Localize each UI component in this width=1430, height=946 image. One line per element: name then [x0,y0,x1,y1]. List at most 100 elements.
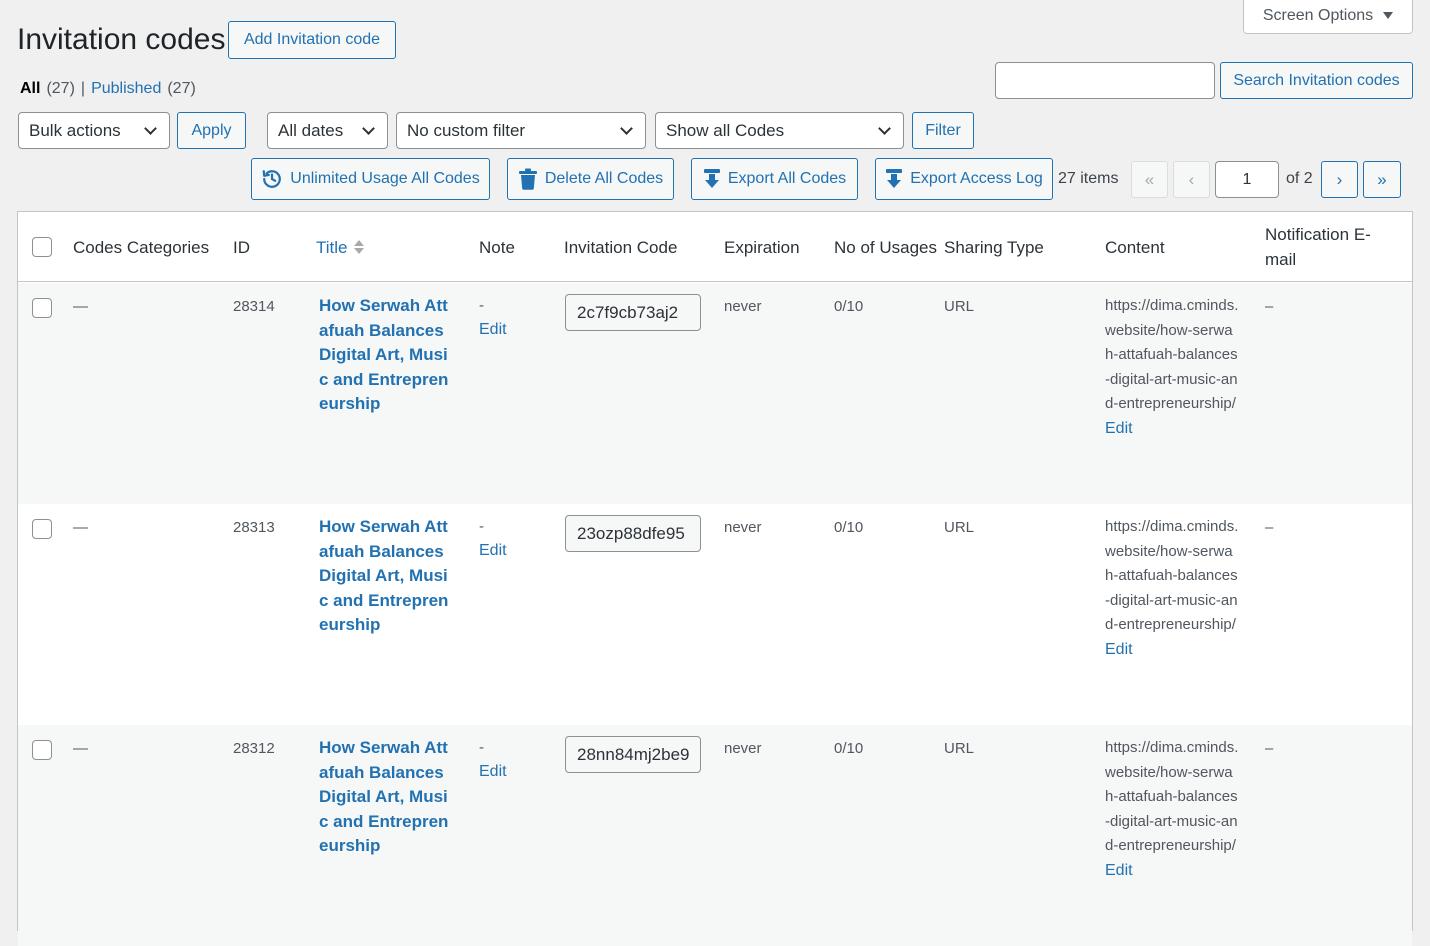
row-category: — [73,519,88,536]
chevron-down-icon [620,121,633,135]
note-edit-link[interactable]: Edit [479,760,507,784]
export-access-log-button[interactable]: Export Access Log [875,158,1053,200]
prev-page-button: ‹ [1173,161,1210,198]
export-all-codes-button[interactable]: Export All Codes [691,158,858,200]
row-content: https://dima.cminds.website/how-serwah-a… [1105,294,1239,441]
row-id: 28314 [233,298,275,315]
first-page-button: « [1131,161,1168,198]
row-checkbox[interactable] [32,740,52,760]
col-codes-categories: Codes Categories [73,237,210,257]
table-header: Codes Categories ID Title Note Invitatio… [18,212,1412,282]
note-edit-link[interactable]: Edit [479,318,507,342]
content-edit-link[interactable]: Edit [1105,859,1239,884]
view-separator: | [80,80,86,97]
trash-icon [518,168,538,190]
row-title-link[interactable]: How Serwah Attafuah Balances Digital Art… [319,515,451,638]
view-all-link[interactable]: All [20,80,40,98]
apply-button[interactable]: Apply [177,112,246,149]
row-usages: 0/10 [834,740,864,757]
chevron-down-icon [144,121,157,135]
note-text: - [479,297,484,314]
content-edit-link[interactable]: Edit [1105,417,1239,442]
delete-all-codes-button[interactable]: Delete All Codes [507,158,674,200]
row-id: 28312 [233,740,275,757]
content-url: https://dima.cminds.website/how-serwah-a… [1105,518,1239,633]
row-checkbox[interactable] [32,298,52,318]
chevron-down-icon [878,121,891,135]
next-page-button[interactable]: › [1321,161,1358,198]
row-notification: – [1265,519,1274,536]
items-count: 27 items [1058,170,1119,187]
row-content: https://dima.cminds.website/how-serwah-a… [1105,736,1239,883]
col-expiration: Expiration [724,237,800,257]
page-title: Invitation codes [17,23,226,56]
row-category: — [73,298,88,315]
screen-options-button[interactable]: Screen Options [1243,0,1413,34]
filter-button[interactable]: Filter [912,112,974,149]
download-icon [885,168,903,190]
col-id: ID [233,237,250,257]
col-notification-email: Notification E-mail [1265,225,1371,269]
chevron-down-icon [362,121,375,135]
custom-filter-value: No custom filter [407,120,526,140]
unlimited-usage-label: Unlimited Usage All Codes [290,170,480,187]
export-all-codes-label: Export All Codes [727,170,847,187]
view-filters: All (27) | Published (27) [20,80,196,98]
row-expiration: never [724,298,762,315]
select-all-checkbox[interactable] [32,237,52,257]
download-icon [703,168,721,190]
col-note: Note [479,237,515,257]
add-invitation-code-button[interactable]: Add Invitation code [228,21,396,59]
table-row: — 28313 How Serwah Attafuah Balances Dig… [18,504,1412,725]
invitation-code-field[interactable]: 23ozp88dfe95 [565,515,701,552]
last-page-button[interactable]: » [1363,161,1401,198]
row-category: — [73,740,88,757]
row-content: https://dima.cminds.website/how-serwah-a… [1105,515,1239,662]
row-checkbox[interactable] [32,519,52,539]
bulk-actions-select[interactable]: Bulk actions [18,112,170,149]
invitation-code-field[interactable]: 28nn84mj2be9 [565,736,701,773]
row-id: 28313 [233,519,275,536]
history-icon [261,168,283,190]
row-note: - Edit [479,515,507,563]
row-usages: 0/10 [834,519,864,536]
row-expiration: never [724,740,762,757]
row-usages: 0/10 [834,298,864,315]
col-invitation-code: Invitation Code [564,237,678,257]
delete-all-codes-label: Delete All Codes [544,170,664,187]
col-usages: No of Usages [834,237,937,257]
row-sharing-type: URL [944,298,975,315]
row-note: - Edit [479,294,507,342]
note-edit-link[interactable]: Edit [479,539,507,563]
row-notification: – [1265,298,1274,315]
col-title-sortable[interactable]: Title [316,212,364,282]
invitation-code-field[interactable]: 2c7f9cb73aj2 [565,294,701,331]
search-button[interactable]: Search Invitation codes [1220,62,1413,99]
content-url: https://dima.cminds.website/how-serwah-a… [1105,297,1239,412]
row-sharing-type: URL [944,519,975,536]
screen-options-label: Screen Options [1262,6,1374,24]
col-sharing-type: Sharing Type [944,237,1044,257]
row-title-link[interactable]: How Serwah Attafuah Balances Digital Art… [319,294,451,417]
row-note: - Edit [479,736,507,784]
col-title-label: Title [316,237,348,257]
view-all-count: (27) [46,80,75,97]
export-access-log-label: Export Access Log [910,170,1043,187]
note-text: - [479,739,484,756]
row-expiration: never [724,519,762,536]
unlimited-usage-button[interactable]: Unlimited Usage All Codes [251,158,490,200]
content-edit-link[interactable]: Edit [1105,638,1239,663]
show-codes-select[interactable]: Show all Codes [655,112,904,149]
search-input[interactable] [995,62,1215,99]
bulk-actions-value: Bulk actions [29,120,121,140]
note-text: - [479,518,484,535]
view-published-link[interactable]: Published [91,80,161,98]
table-row: — 28314 How Serwah Attafuah Balances Dig… [18,283,1412,504]
row-title-link[interactable]: How Serwah Attafuah Balances Digital Art… [319,736,451,859]
row-notification: – [1265,740,1274,757]
dates-select[interactable]: All dates [267,112,388,149]
custom-filter-select[interactable]: No custom filter [396,112,646,149]
current-page-input[interactable]: 1 [1215,161,1279,198]
row-sharing-type: URL [944,740,975,757]
content-url: https://dima.cminds.website/how-serwah-a… [1105,739,1239,854]
